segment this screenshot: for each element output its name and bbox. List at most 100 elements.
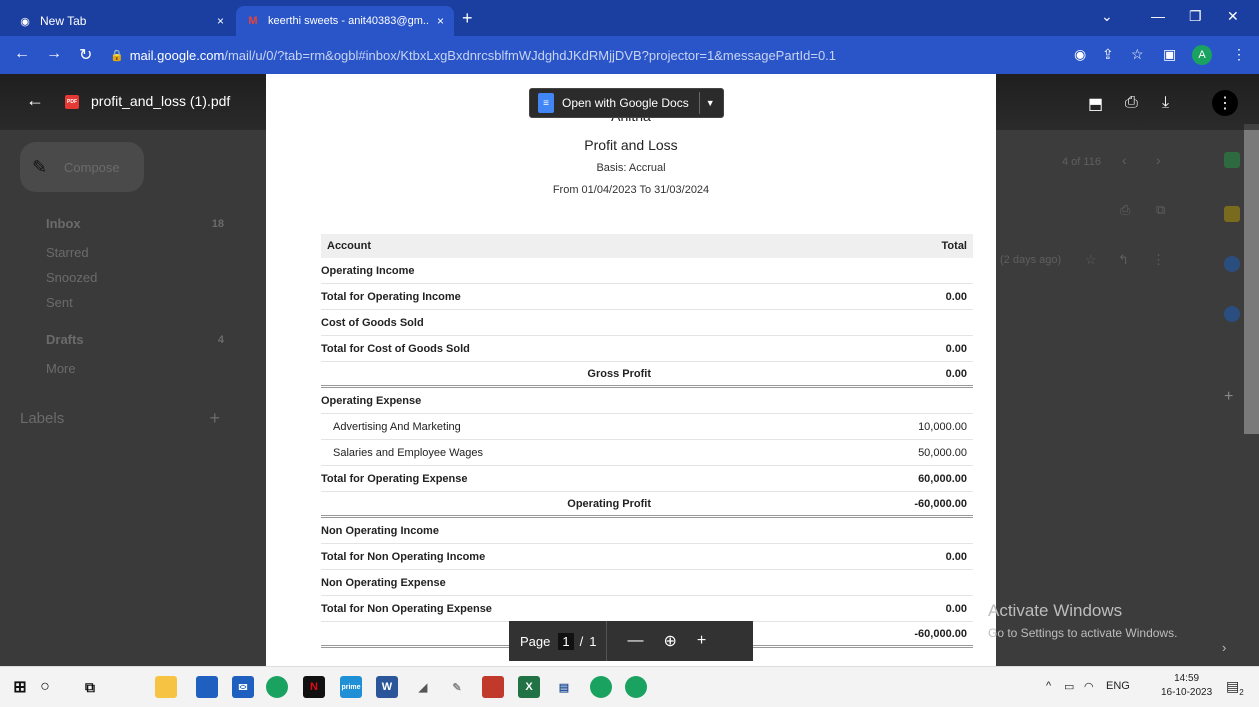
netflix-icon[interactable]: N <box>303 676 325 698</box>
prime-video-icon[interactable]: prime <box>340 676 362 698</box>
table-row: Operating Expense <box>321 388 973 414</box>
tab-new-tab[interactable]: ◉ New Tab × <box>8 6 234 36</box>
browser-tab-bar: ◉ New Tab × M keerthi sweets - anit40383… <box>0 0 1259 36</box>
add-label-icon[interactable]: + <box>209 408 220 429</box>
nav-snoozed[interactable]: ◷ Snoozed <box>20 270 240 285</box>
chrome-icon[interactable] <box>266 676 288 698</box>
nav-drafts[interactable]: ▯ Drafts 4 <box>20 332 240 347</box>
prev-icon[interactable]: ‹ <box>1122 152 1127 168</box>
pdf-page: ≡ Open with Google Docs ▼ Anitha Profit … <box>266 74 996 666</box>
url-field[interactable]: 🔒 mail.google.com /mail/u/0/?tab=rm&ogbl… <box>110 41 1180 69</box>
profit-loss-table: Account Total Operating Income Total for … <box>321 234 973 648</box>
scrollbar[interactable] <box>1244 124 1259 434</box>
close-window-icon[interactable]: ✕ <box>1227 8 1239 25</box>
tab-title: keerthi sweets - anit40383@gm... <box>268 15 428 27</box>
keep-icon[interactable] <box>1224 206 1240 222</box>
dropdown-caret-icon[interactable]: ▼ <box>706 98 715 108</box>
paint-icon[interactable]: ✎ <box>446 676 468 698</box>
star-icon[interactable]: ☆ <box>1085 252 1097 268</box>
row-value: 50,000.00 <box>918 446 967 459</box>
divider <box>606 621 608 661</box>
open-new-window-icon[interactable]: ⧉ <box>1156 202 1165 218</box>
chrome-profile-icon[interactable] <box>625 676 647 698</box>
zoom-in-button[interactable]: + <box>697 632 706 650</box>
page-total: 1 <box>589 633 597 649</box>
nav-count: 18 <box>211 217 224 230</box>
page-separator: / <box>579 633 584 649</box>
more-icon[interactable]: ⋮ <box>1152 252 1165 268</box>
gmail-left-nav: ✎ Compose ▭ Inbox 18 ☆ Starred ◷ Snoozed… <box>0 74 266 666</box>
chrome-profile-icon[interactable] <box>590 676 612 698</box>
word-icon[interactable]: W <box>376 676 398 698</box>
nav-more[interactable]: ⌄ More <box>20 361 240 376</box>
tray-chevron-icon[interactable]: ^ <box>1046 680 1051 692</box>
language-indicator[interactable]: ENG <box>1106 680 1130 692</box>
contacts-icon[interactable] <box>1224 306 1240 322</box>
table-row: Non Operating Income <box>321 518 973 544</box>
eye-icon[interactable]: ◉ <box>1074 46 1086 63</box>
tab-close-icon[interactable]: × <box>217 14 224 28</box>
app-icon[interactable]: ◢ <box>412 676 434 698</box>
row-label: Gross Profit <box>587 367 651 380</box>
battery-icon[interactable]: ▭ <box>1064 680 1074 693</box>
print-icon[interactable]: ⎙ <box>1120 202 1130 218</box>
report-date-range: From 01/04/2023 To 31/03/2024 <box>552 184 710 196</box>
search-icon[interactable]: ○ <box>34 676 56 698</box>
browser-menu-icon[interactable]: ⋮ <box>1232 46 1246 63</box>
print-icon[interactable]: ⎙ <box>1125 94 1138 112</box>
nav-starred[interactable]: ☆ Starred <box>20 245 240 260</box>
row-label: Salaries and Employee Wages <box>333 446 484 459</box>
nav-inbox[interactable]: ▭ Inbox 18 <box>20 216 240 231</box>
notification-icon[interactable]: ▤2 <box>1226 678 1244 697</box>
next-icon[interactable]: › <box>1156 152 1161 168</box>
clock[interactable]: 14:59 16-10-2023 <box>1161 672 1212 700</box>
table-row: Non Operating Expense <box>321 570 973 596</box>
tasks-icon[interactable] <box>1224 256 1240 272</box>
tab-close-icon[interactable]: × <box>437 14 444 28</box>
open-with-label: Open with Google Docs <box>562 96 689 110</box>
page-number-input[interactable]: 1 <box>558 632 574 650</box>
new-tab-button[interactable]: + <box>462 9 473 27</box>
reply-icon[interactable]: ↰ <box>1118 252 1129 268</box>
share-icon[interactable]: ⇪ <box>1102 46 1114 63</box>
side-panel-icon[interactable]: ▣ <box>1163 46 1176 63</box>
bookmark-star-icon[interactable]: ☆ <box>1131 46 1144 63</box>
open-with-button[interactable]: ≡ Open with Google Docs ▼ <box>529 88 724 118</box>
store-icon[interactable] <box>196 676 218 698</box>
archive-icon[interactable] <box>482 676 504 698</box>
report-title: Profit and Loss <box>584 137 678 153</box>
more-actions-icon[interactable]: ⋮ <box>1212 90 1238 116</box>
nav-label: Drafts <box>46 332 84 347</box>
publisher-icon[interactable]: ▤ <box>553 676 575 698</box>
reload-icon[interactable]: ↻ <box>79 45 92 65</box>
nav-sent[interactable]: ▷ Sent <box>20 295 240 310</box>
compose-button[interactable]: ✎ Compose <box>20 142 144 192</box>
windows-start-icon[interactable]: ⊞ <box>9 676 31 698</box>
wifi-icon[interactable]: ◠ <box>1084 680 1094 693</box>
task-view-icon[interactable]: ⧉ <box>79 676 101 698</box>
chevron-right-icon[interactable]: › <box>1222 640 1226 655</box>
file-explorer-icon[interactable] <box>155 676 177 698</box>
add-to-drive-icon[interactable]: ⬒ <box>1088 94 1103 114</box>
restore-icon[interactable]: ❐ <box>1189 8 1202 25</box>
google-docs-icon: ≡ <box>538 93 554 113</box>
activate-windows-title: Activate Windows <box>988 601 1123 620</box>
tab-gmail[interactable]: M keerthi sweets - anit40383@gm... × <box>236 6 454 36</box>
url-host: mail.google.com <box>129 47 225 63</box>
minimize-icon[interactable]: — <box>1151 8 1165 24</box>
row-label: Total for Operating Income <box>321 290 461 303</box>
forward-icon[interactable]: → <box>46 45 62 63</box>
calendar-icon[interactable] <box>1224 152 1240 168</box>
add-app-icon[interactable]: + <box>1224 388 1240 405</box>
windows-taskbar: ⊞ ○ ⧉ ✉ N prime W ◢ ✎ X ▤ ^ ▭ ◠ ENG 14:5… <box>0 666 1259 707</box>
close-viewer-icon[interactable]: ← <box>26 90 44 111</box>
zoom-out-button[interactable]: — <box>627 632 643 650</box>
excel-icon[interactable]: X <box>518 676 540 698</box>
back-icon[interactable]: ← <box>14 45 30 63</box>
row-label: Total for Cost of Goods Sold <box>321 342 470 355</box>
tab-search-icon[interactable]: ⌄ <box>1101 8 1113 25</box>
zoom-reset-icon[interactable]: ⊕ <box>663 631 676 651</box>
profile-avatar[interactable]: A <box>1192 45 1212 65</box>
mail-icon[interactable]: ✉ <box>232 676 254 698</box>
download-icon[interactable]: ⤓ <box>1162 94 1169 112</box>
